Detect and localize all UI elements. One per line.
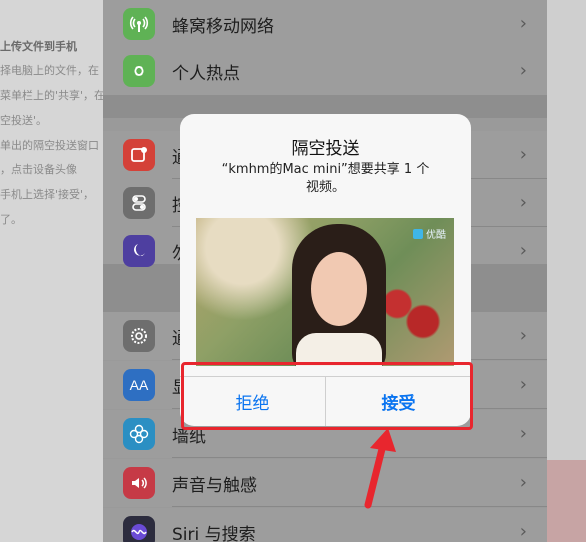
annotation-arrow-icon (364, 428, 396, 509)
